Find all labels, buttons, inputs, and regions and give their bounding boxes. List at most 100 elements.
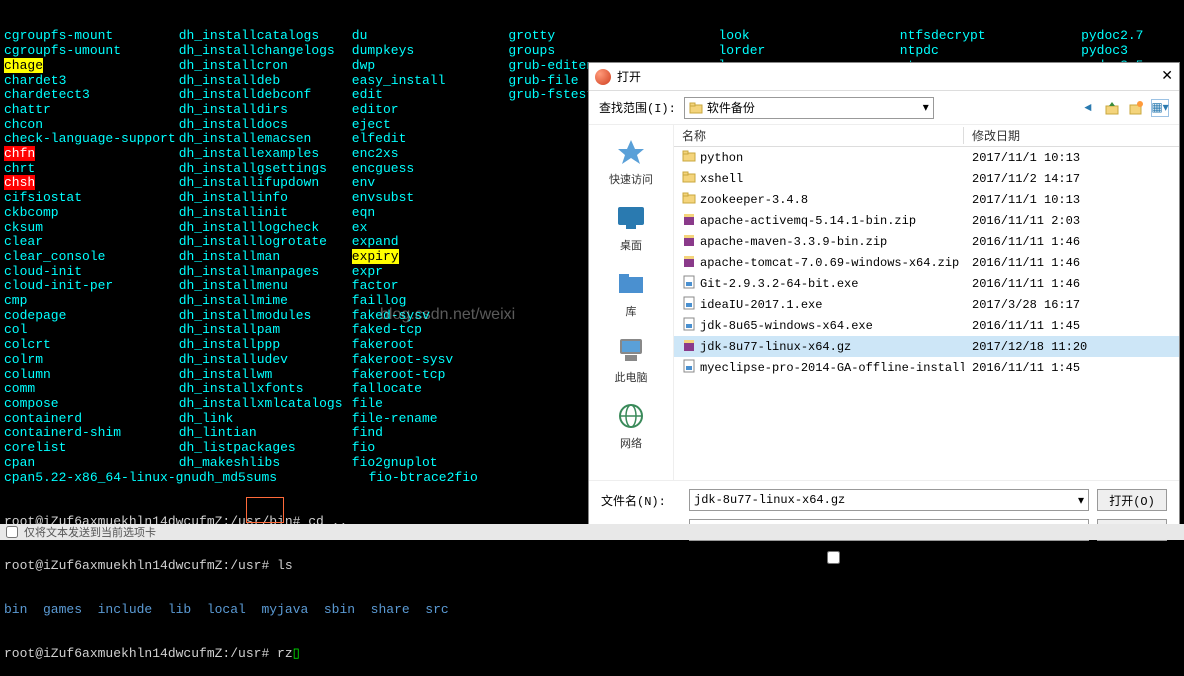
terminal-entry: dh_installdirs <box>179 102 288 117</box>
file-icon <box>682 317 696 335</box>
file-list[interactable]: 名称 修改日期 python2017/11/1 10:13xshell2017/… <box>674 125 1179 480</box>
terminal-entry: clear <box>4 234 43 249</box>
terminal-entry: dh_installinit <box>179 205 288 220</box>
file-date: 2017/11/1 10:13 <box>964 193 1094 207</box>
terminal-entry: dh_installmime <box>179 293 288 308</box>
watermark: blog.csdn.net/weixi <box>380 306 515 324</box>
terminal-entry: encguess <box>352 161 414 176</box>
file-date: 2016/11/11 1:45 <box>964 361 1094 375</box>
terminal-entry: colcrt <box>4 337 51 352</box>
terminal-entry: chardetect3 <box>4 87 90 102</box>
terminal-entry: edit <box>352 87 383 102</box>
open-file-dialog: 打开 ✕ 查找范围(I): 软件备份 ▾ ◄ ▦▾ 快速访问 桌面 库 此电脑 … <box>588 62 1180 533</box>
terminal-entry: cloud-init-per <box>4 278 113 293</box>
terminal-entry: chcon <box>4 117 43 132</box>
terminal-entry: codepage <box>4 308 66 323</box>
terminal-entry: dh_installexamples <box>179 146 319 161</box>
terminal-entry: dh_installlogrotate <box>179 234 327 249</box>
terminal-entry: column <box>4 367 51 382</box>
terminal-entry: dh_installdeb <box>179 73 280 88</box>
terminal-entry: env <box>352 175 375 190</box>
view-menu-icon[interactable]: ▦▾ <box>1151 99 1169 117</box>
terminal-entry: dh_listpackages <box>179 440 296 455</box>
file-icon <box>682 212 696 230</box>
ascii-checkbox[interactable] <box>827 551 840 564</box>
file-icon <box>682 296 696 314</box>
file-row[interactable]: apache-maven-3.3.9-bin.zip2016/11/11 1:4… <box>674 231 1179 252</box>
pc-icon <box>614 333 648 367</box>
terminal-entry: fakeroot-sysv <box>352 352 453 367</box>
file-list-header[interactable]: 名称 修改日期 <box>674 125 1179 147</box>
terminal-entry: dh_installinfo <box>179 190 288 205</box>
file-row[interactable]: myeclipse-pro-2014-GA-offline-installer-… <box>674 357 1179 378</box>
terminal-entry: chfn <box>4 146 35 161</box>
file-date: 2017/11/1 10:13 <box>964 151 1094 165</box>
terminal-entry: dh_installgsettings <box>179 161 327 176</box>
file-row[interactable]: jdk-8u65-windows-x64.exe2016/11/11 1:45 <box>674 315 1179 336</box>
terminal-entry: dh_installdocs <box>179 117 288 132</box>
footer-checkbox[interactable] <box>6 526 18 538</box>
library-icon <box>614 267 648 301</box>
close-icon[interactable]: ✕ <box>1161 68 1173 85</box>
terminal-entry: dh_link <box>179 411 234 426</box>
terminal-entry: factor <box>352 278 399 293</box>
terminal-entry: dh_installemacsen <box>179 131 312 146</box>
header-date[interactable]: 修改日期 <box>964 127 1094 144</box>
terminal-entry: dh_installudev <box>179 352 288 367</box>
sidebar-item-network[interactable]: 网络 <box>614 399 648 451</box>
file-row[interactable]: apache-activemq-5.14.1-bin.zip2016/11/11… <box>674 210 1179 231</box>
filename-input[interactable]: jdk-8u77-linux-x64.gz▾ <box>689 489 1089 511</box>
file-icon <box>682 191 696 209</box>
up-folder-icon[interactable] <box>1103 99 1121 117</box>
terminal-entry: grub-file <box>508 73 578 88</box>
file-name: jdk-8u65-windows-x64.exe <box>700 319 873 333</box>
lookin-combo[interactable]: 软件备份 ▾ <box>684 97 934 119</box>
terminal-entry: find <box>352 425 383 440</box>
file-row[interactable]: Git-2.9.3.2-64-bit.exe2016/11/11 1:46 <box>674 273 1179 294</box>
file-name: zookeeper-3.4.8 <box>700 193 808 207</box>
terminal-entry: compose <box>4 396 59 411</box>
file-date: 2017/3/28 16:17 <box>964 298 1094 312</box>
file-row[interactable]: xshell2017/11/2 14:17 <box>674 168 1179 189</box>
terminal-entry: corelist <box>4 440 66 455</box>
terminal-entry: grub-fstest <box>508 87 594 102</box>
terminal-entry: faked-tcp <box>352 322 422 337</box>
terminal-entry: cmp <box>4 293 27 308</box>
file-icon <box>682 233 696 251</box>
file-date: 2017/11/2 14:17 <box>964 172 1094 186</box>
sidebar-item-desktop[interactable]: 桌面 <box>614 201 648 253</box>
terminal-entry: cloud-init <box>4 264 82 279</box>
open-button[interactable]: 打开(O) <box>1097 489 1167 511</box>
dialog-titlebar: 打开 ✕ <box>589 63 1179 91</box>
desktop-icon <box>614 201 648 235</box>
terminal-entry: dh_installlogcheck <box>179 220 319 235</box>
terminal-entry: fallocate <box>352 381 422 396</box>
new-folder-icon[interactable] <box>1127 99 1145 117</box>
terminal-entry: dh_installman <box>179 249 280 264</box>
terminal-entry: ex <box>352 220 368 235</box>
file-row[interactable]: jdk-8u77-linux-x64.gz2017/12/18 11:20 <box>674 336 1179 357</box>
terminal-entry: editor <box>352 102 399 117</box>
terminal-entry: cgroupfs-mount <box>4 28 113 43</box>
terminal-entry: expr <box>352 264 383 279</box>
terminal-entry: cpan <box>4 455 35 470</box>
sidebar-item-thispc[interactable]: 此电脑 <box>614 333 648 385</box>
file-row[interactable]: zookeeper-3.4.8 2017/11/1 10:13 <box>674 189 1179 210</box>
terminal-entry: dh_installmenu <box>179 278 288 293</box>
terminal-entry: chardet3 <box>4 73 66 88</box>
header-name[interactable]: 名称 <box>674 127 964 144</box>
file-icon <box>682 254 696 272</box>
file-icon <box>682 338 696 356</box>
file-row[interactable]: python2017/11/1 10:13 <box>674 147 1179 168</box>
file-name: ideaIU-2017.1.exe <box>700 298 822 312</box>
file-row[interactable]: apache-tomcat-7.0.69-windows-x64.zip2016… <box>674 252 1179 273</box>
file-name: apache-maven-3.3.9-bin.zip <box>700 235 887 249</box>
back-icon[interactable]: ◄ <box>1079 99 1097 117</box>
file-row[interactable]: ideaIU-2017.1.exe 2017/3/28 16:17 <box>674 294 1179 315</box>
sidebar-item-library[interactable]: 库 <box>614 267 648 319</box>
terminal-entry: groups <box>508 43 555 58</box>
terminal-entry: eject <box>352 117 391 132</box>
sidebar-item-quickaccess[interactable]: 快速访问 <box>609 135 653 187</box>
terminal-entry: pydoc2.7 <box>1081 28 1143 43</box>
cursor-highlight-box <box>246 497 284 523</box>
